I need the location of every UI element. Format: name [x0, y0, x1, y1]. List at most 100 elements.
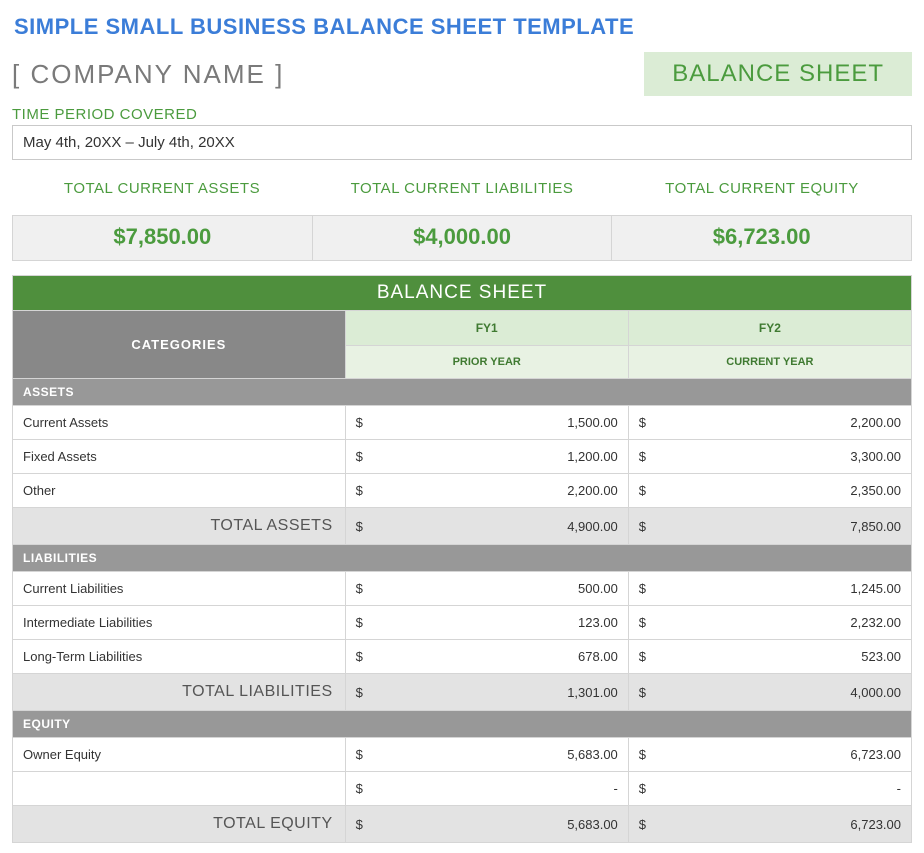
total-assets-label: TOTAL CURRENT ASSETS: [12, 176, 312, 201]
categories-header: CATEGORIES: [13, 311, 346, 379]
value: 4,900.00: [356, 519, 618, 534]
period-input[interactable]: May 4th, 20XX – July 4th, 20XX: [12, 125, 912, 160]
value: 1,200.00: [356, 449, 618, 464]
currency-symbol: $: [639, 483, 646, 498]
category-cell[interactable]: Owner Equity: [13, 738, 346, 772]
value-cell[interactable]: $6,723.00: [628, 806, 911, 843]
total-label: TOTAL EQUITY: [13, 806, 346, 843]
currency-symbol: $: [639, 415, 646, 430]
value: 1,301.00: [356, 685, 618, 700]
category-cell[interactable]: [13, 772, 346, 806]
currency-symbol: $: [356, 817, 363, 832]
prior-year-header: PRIOR YEAR: [345, 346, 628, 379]
header-row: [ COMPANY NAME ] BALANCE SHEET: [12, 52, 912, 96]
value: 3,300.00: [639, 449, 901, 464]
fy1-header: FY1: [345, 311, 628, 346]
value: 2,200.00: [356, 483, 618, 498]
value-cell[interactable]: $-: [345, 772, 628, 806]
summary-labels-row: TOTAL CURRENT ASSETS TOTAL CURRENT LIABI…: [12, 176, 912, 201]
category-cell[interactable]: Fixed Assets: [13, 440, 346, 474]
value: 500.00: [356, 581, 618, 596]
total-equity-value: $6,723.00: [612, 215, 912, 261]
value-cell[interactable]: $678.00: [345, 640, 628, 674]
balance-sheet-badge: BALANCE SHEET: [644, 52, 912, 96]
currency-symbol: $: [639, 581, 646, 596]
category-cell[interactable]: Current Liabilities: [13, 572, 346, 606]
currency-symbol: $: [639, 519, 646, 534]
currency-symbol: $: [356, 519, 363, 534]
balance-sheet-table: BALANCE SHEET CATEGORIES FY1 FY2 PRIOR Y…: [12, 275, 912, 843]
value-cell[interactable]: $6,723.00: [628, 738, 911, 772]
total-row-liabilities: TOTAL LIABILITIES$1,301.00$4,000.00: [13, 674, 912, 711]
currency-symbol: $: [639, 747, 646, 762]
value-cell[interactable]: $5,683.00: [345, 738, 628, 772]
value: 2,200.00: [639, 415, 901, 430]
total-assets-value: $7,850.00: [12, 215, 313, 261]
currency-symbol: $: [639, 649, 646, 664]
currency-symbol: $: [639, 615, 646, 630]
category-cell[interactable]: Intermediate Liabilities: [13, 606, 346, 640]
period-label: TIME PERIOD COVERED: [12, 106, 912, 123]
page-title: SIMPLE SMALL BUSINESS BALANCE SHEET TEMP…: [14, 14, 912, 40]
value: 2,232.00: [639, 615, 901, 630]
total-equity-label: TOTAL CURRENT EQUITY: [612, 176, 912, 201]
value: 123.00: [356, 615, 618, 630]
currency-symbol: $: [356, 415, 363, 430]
value-cell[interactable]: $3,300.00: [628, 440, 911, 474]
value-cell[interactable]: $1,500.00: [345, 406, 628, 440]
value-cell[interactable]: $2,200.00: [628, 406, 911, 440]
total-liabilities-label: TOTAL CURRENT LIABILITIES: [312, 176, 612, 201]
value: 5,683.00: [356, 747, 618, 762]
table-row: Other$2,200.00$2,350.00: [13, 474, 912, 508]
currency-symbol: $: [639, 817, 646, 832]
currency-symbol: $: [639, 781, 646, 796]
value-cell[interactable]: $5,683.00: [345, 806, 628, 843]
table-row: Owner Equity$5,683.00$6,723.00: [13, 738, 912, 772]
value: 2,350.00: [639, 483, 901, 498]
value-cell[interactable]: $2,232.00: [628, 606, 911, 640]
value-cell[interactable]: $2,350.00: [628, 474, 911, 508]
company-name: [ COMPANY NAME ]: [12, 59, 284, 90]
table-row: Intermediate Liabilities$123.00$2,232.00: [13, 606, 912, 640]
total-label: TOTAL ASSETS: [13, 508, 346, 545]
value-cell[interactable]: $2,200.00: [345, 474, 628, 508]
value: 1,245.00: [639, 581, 901, 596]
value: 6,723.00: [639, 747, 901, 762]
category-cell[interactable]: Current Assets: [13, 406, 346, 440]
value-cell[interactable]: $523.00: [628, 640, 911, 674]
currency-symbol: $: [356, 483, 363, 498]
current-year-header: CURRENT YEAR: [628, 346, 911, 379]
value: -: [639, 781, 901, 796]
value-cell[interactable]: $1,301.00: [345, 674, 628, 711]
value-cell[interactable]: $1,200.00: [345, 440, 628, 474]
value-cell[interactable]: $1,245.00: [628, 572, 911, 606]
section-header-assets: ASSETS: [13, 379, 912, 406]
currency-symbol: $: [356, 615, 363, 630]
value-cell[interactable]: $500.00: [345, 572, 628, 606]
category-cell[interactable]: Other: [13, 474, 346, 508]
summary-values-row: $7,850.00 $4,000.00 $6,723.00: [12, 215, 912, 261]
value: 7,850.00: [639, 519, 901, 534]
value: 4,000.00: [639, 685, 901, 700]
fy2-header: FY2: [628, 311, 911, 346]
value: 1,500.00: [356, 415, 618, 430]
table-row: Fixed Assets$1,200.00$3,300.00: [13, 440, 912, 474]
currency-symbol: $: [356, 449, 363, 464]
table-row: Long-Term Liabilities$678.00$523.00: [13, 640, 912, 674]
total-row-equity: TOTAL EQUITY$5,683.00$6,723.00: [13, 806, 912, 843]
table-row: $-$-: [13, 772, 912, 806]
section-header-equity: EQUITY: [13, 711, 912, 738]
table-row: Current Liabilities$500.00$1,245.00: [13, 572, 912, 606]
value-cell[interactable]: $7,850.00: [628, 508, 911, 545]
value: 5,683.00: [356, 817, 618, 832]
bs-title: BALANCE SHEET: [13, 276, 912, 311]
section-header-liabilities: LIABILITIES: [13, 545, 912, 572]
currency-symbol: $: [356, 781, 363, 796]
value-cell[interactable]: $4,900.00: [345, 508, 628, 545]
category-cell[interactable]: Long-Term Liabilities: [13, 640, 346, 674]
value-cell[interactable]: $-: [628, 772, 911, 806]
currency-symbol: $: [639, 685, 646, 700]
value-cell[interactable]: $123.00: [345, 606, 628, 640]
value-cell[interactable]: $4,000.00: [628, 674, 911, 711]
total-label: TOTAL LIABILITIES: [13, 674, 346, 711]
